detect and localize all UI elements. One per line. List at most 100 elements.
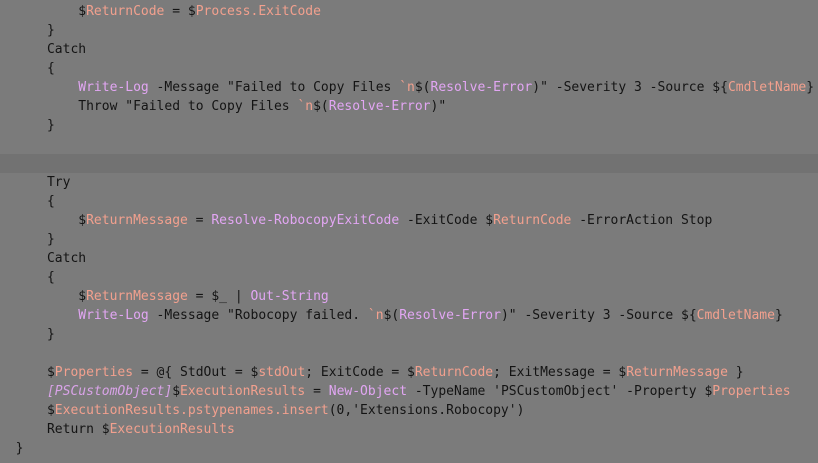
code-token: -Severity 3 -Source xyxy=(547,80,713,95)
code-token: Write-Log xyxy=(78,308,149,323)
code-token: ExecutionResults.pstypenames.insert xyxy=(54,403,329,418)
code-token: ; ExitMessage = xyxy=(493,365,619,380)
code-token: = @{ StdOut = xyxy=(133,365,251,380)
code-token: $ xyxy=(172,384,181,399)
code-token: 'PSCustomObject' xyxy=(493,384,619,399)
code-token: )" xyxy=(500,308,517,323)
code-token: CmdletName xyxy=(727,80,807,95)
code-line[interactable]: Try xyxy=(0,173,818,192)
code-token: "Robocopy failed. xyxy=(227,308,368,323)
code-line[interactable]: Write-Log -Message "Robocopy failed. `n$… xyxy=(0,306,818,325)
code-token: } xyxy=(806,80,815,95)
code-line[interactable]: $ExecutionResults.pstypenames.insert(0,'… xyxy=(0,401,818,420)
code-token: `n xyxy=(367,308,384,323)
code-token: } xyxy=(46,23,55,38)
code-token: Resolve-Error xyxy=(328,99,431,114)
code-line[interactable]: $ReturnMessage = $_ | Out-String xyxy=(0,287,818,306)
code-token: "Failed to Copy Files xyxy=(227,80,400,95)
code-line[interactable] xyxy=(0,135,818,154)
code-line[interactable]: Throw "Failed to Copy Files `n$(Resolve-… xyxy=(0,97,818,116)
code-line[interactable]: } xyxy=(0,439,818,458)
code-token: $ xyxy=(485,213,494,228)
code-token: CmdletName xyxy=(696,308,775,323)
code-token: -ExitCode xyxy=(399,213,486,228)
code-token: (0, xyxy=(328,403,353,418)
code-token: [PSCustomObject] xyxy=(46,384,173,399)
code-token: $_ xyxy=(211,289,227,304)
code-token: Return xyxy=(46,422,102,437)
code-token: { xyxy=(46,61,55,76)
code-token: ; ExitCode = xyxy=(305,365,408,380)
code-token: $ xyxy=(101,422,110,437)
code-token: New-Object xyxy=(328,384,408,399)
code-token: -Message xyxy=(148,308,228,323)
code-line[interactable]: } xyxy=(0,325,818,344)
code-token: -TypeName xyxy=(407,384,494,399)
code-token: $( xyxy=(313,99,329,114)
code-line[interactable]: } xyxy=(0,21,818,40)
code-token: | xyxy=(227,289,251,304)
code-token: Process.ExitCode xyxy=(195,4,321,19)
code-token: -Severity 3 -Source xyxy=(516,308,681,323)
code-token: ReturnMessage xyxy=(626,365,728,380)
code-token: Catch xyxy=(46,251,87,266)
code-token: Catch xyxy=(46,42,87,57)
code-token: = xyxy=(164,4,188,19)
code-line[interactable]: $ReturnCode = $Process.ExitCode xyxy=(0,2,818,21)
code-token: Resolve-Error xyxy=(430,80,533,95)
code-token: } xyxy=(15,441,24,456)
code-token: ) xyxy=(516,403,525,418)
code-token: Properties xyxy=(712,384,791,399)
code-line[interactable]: { xyxy=(0,268,818,287)
code-token: Resolve-RobocopyExitCode xyxy=(211,213,400,228)
code-line[interactable]: { xyxy=(0,59,818,78)
code-line[interactable]: $ReturnMessage = Resolve-RobocopyExitCod… xyxy=(0,211,818,230)
code-line[interactable]: Return $ExecutionResults xyxy=(0,420,818,439)
code-token: ${ xyxy=(712,80,728,95)
code-token: = xyxy=(187,213,212,228)
code-token: ${ xyxy=(681,308,697,323)
code-line[interactable]: Write-Log -Message "Failed to Copy Files… xyxy=(0,78,818,97)
code-token: $( xyxy=(383,308,400,323)
code-editor[interactable]: $ReturnCode = $Process.ExitCode } Catch … xyxy=(0,2,818,463)
code-token: $ xyxy=(78,213,87,228)
code-line[interactable]: $Properties = @{ StdOut = $stdOut; ExitC… xyxy=(0,363,818,382)
code-token: ReturnCode xyxy=(86,4,165,19)
code-token: `n xyxy=(399,80,415,95)
code-token: { xyxy=(46,194,55,209)
code-token: } xyxy=(46,118,55,133)
code-token: ReturnMessage xyxy=(86,289,188,304)
code-token: } xyxy=(46,232,55,247)
code-token: 'Extensions.Robocopy' xyxy=(352,403,517,418)
code-token: Properties xyxy=(54,365,134,380)
code-token: )" xyxy=(532,80,548,95)
code-token: ReturnMessage xyxy=(86,213,188,228)
code-token: ReturnCode xyxy=(493,213,572,228)
code-line[interactable]: [PSCustomObject]$ExecutionResults = New-… xyxy=(0,382,818,401)
code-line[interactable] xyxy=(0,344,818,363)
code-token: stdOut xyxy=(258,365,306,380)
code-token: } xyxy=(46,327,55,342)
code-line[interactable] xyxy=(0,154,818,173)
code-line[interactable]: } xyxy=(0,230,818,249)
code-token: $ xyxy=(407,365,415,380)
code-token: = xyxy=(187,289,212,304)
code-token: $( xyxy=(414,80,431,95)
code-token: } xyxy=(727,365,744,380)
code-token: = xyxy=(305,384,329,399)
code-token: )" xyxy=(430,99,447,114)
code-line[interactable]: Catch xyxy=(0,40,818,59)
code-token: Write-Log xyxy=(78,80,149,95)
code-token: ExecutionResults xyxy=(109,422,235,437)
code-line[interactable]: Catch xyxy=(0,249,818,268)
code-token: $ xyxy=(187,4,196,19)
code-line[interactable]: } xyxy=(0,116,818,135)
code-line[interactable]: { xyxy=(0,192,818,211)
code-token: $ xyxy=(46,403,55,418)
code-token: "Failed to Copy Files xyxy=(125,99,298,114)
code-token: Out-String xyxy=(250,289,329,304)
code-token: $ xyxy=(78,4,87,19)
code-token: Try xyxy=(46,175,71,190)
code-token: Throw xyxy=(78,99,126,114)
code-token: -Property xyxy=(618,384,705,399)
